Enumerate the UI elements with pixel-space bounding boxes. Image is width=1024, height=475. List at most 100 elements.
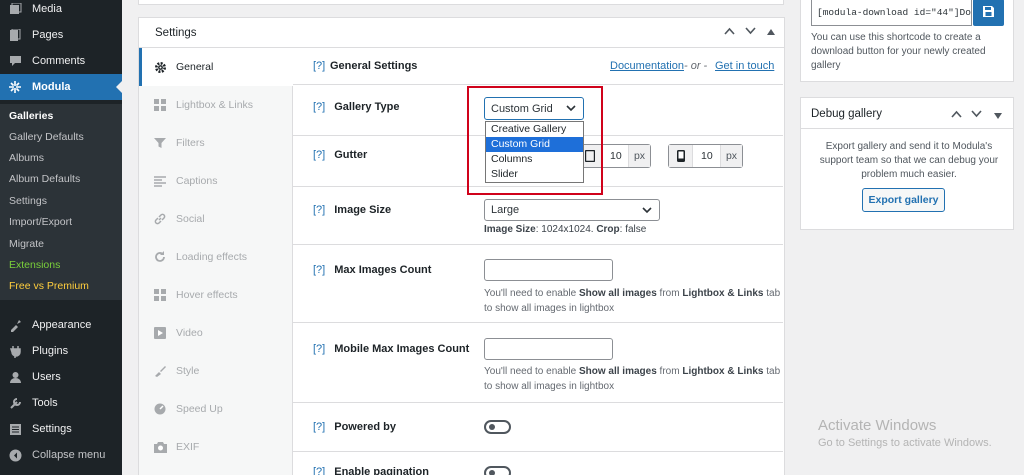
submenu-free-vs-premium[interactable]: Free vs Premium (9, 280, 89, 292)
menu-item-tools[interactable]: Tools (0, 390, 122, 416)
tab-label: Video (176, 327, 203, 339)
divider (293, 402, 783, 403)
submenu-gallery-defaults[interactable]: Gallery Defaults (9, 131, 84, 143)
get-in-touch-link[interactable]: Get in touch (715, 60, 774, 72)
menu-label: Plugins (32, 345, 69, 357)
menu-item-modula[interactable]: Modula (0, 74, 122, 100)
tab-filters[interactable]: Filters (139, 124, 293, 162)
shortcode-input[interactable]: [modula-download id="44"]Dov (811, 0, 972, 26)
info-value: : 1024x1024. (535, 224, 594, 235)
move-down-button[interactable] (971, 109, 982, 121)
gutter-mobile-input[interactable]: 10 px (668, 144, 743, 168)
enable-pagination-toggle[interactable] (484, 466, 511, 475)
tab-general[interactable]: General (139, 48, 294, 86)
help-link[interactable]: [?] (313, 343, 325, 355)
or-separator: - or - (684, 60, 708, 72)
submenu-album-defaults[interactable]: Album Defaults (9, 173, 80, 185)
help-link[interactable]: [?] (313, 466, 325, 475)
tab-style[interactable]: Style (139, 352, 293, 390)
tab-loading-effects[interactable]: Loading effects (139, 238, 293, 276)
move-down-button[interactable] (745, 26, 756, 38)
brush-icon (153, 364, 167, 378)
gutter-tablet-input[interactable]: 10 px (577, 144, 651, 168)
toggle-panel-button[interactable] (767, 26, 775, 38)
menu-item-users[interactable]: Users (0, 364, 122, 390)
option-columns[interactable]: Columns (486, 152, 583, 167)
help-link[interactable]: [?] (313, 204, 325, 216)
submenu-import-export[interactable]: Import/Export (9, 216, 72, 228)
tab-label: EXIF (176, 441, 200, 453)
image-size-select[interactable]: Large (484, 199, 660, 221)
divider (293, 451, 783, 452)
unit-label: px (720, 145, 742, 167)
menu-label: Appearance (32, 319, 92, 331)
menu-label: Settings (32, 423, 72, 435)
menu-label: Pages (32, 29, 64, 41)
submenu-migrate[interactable]: Migrate (9, 238, 44, 250)
collapse-menu-button[interactable]: Collapse menu (0, 442, 122, 468)
max-images-input[interactable] (484, 259, 613, 281)
settings-icon (7, 421, 23, 437)
move-up-button[interactable] (724, 26, 735, 38)
note-text: tab (763, 288, 781, 299)
divider (293, 244, 783, 245)
shortcode-description: You can use this shortcode to create a d… (811, 32, 986, 71)
copy-shortcode-button[interactable] (973, 0, 1004, 26)
tab-video[interactable]: Video (139, 314, 293, 352)
submenu-extensions[interactable]: Extensions (9, 259, 60, 271)
menu-item-plugins[interactable]: Plugins (0, 338, 122, 364)
tab-social[interactable]: Social (139, 200, 293, 238)
gallery-type-label: [?] Gallery Type (313, 101, 399, 113)
max-images-label: [?] Max Images Count (313, 264, 431, 276)
toggle-panel-button[interactable] (994, 110, 1002, 122)
help-link[interactable]: [?] (313, 101, 325, 113)
video-icon (153, 326, 167, 340)
mobile-icon (669, 145, 693, 167)
tab-speed-up[interactable]: Speed Up (139, 390, 293, 428)
submenu-galleries[interactable]: Galleries (9, 110, 53, 122)
export-gallery-button[interactable]: Export gallery (862, 188, 945, 212)
option-custom-grid[interactable]: Custom Grid (486, 137, 583, 152)
submenu-albums[interactable]: Albums (9, 152, 44, 164)
gear-icon (153, 60, 167, 74)
note-text: to show all images in lightbox (484, 303, 615, 314)
tab-label: Hover effects (176, 289, 238, 301)
help-link[interactable]: [?] (313, 421, 325, 433)
documentation-link[interactable]: Documentation (610, 60, 684, 72)
help-link[interactable]: [?] (313, 60, 325, 72)
note-bold: Lightbox & Links (682, 366, 764, 377)
option-creative-gallery[interactable]: Creative Gallery (486, 122, 583, 137)
submenu-settings[interactable]: Settings (9, 195, 47, 207)
tab-hover-effects[interactable]: Hover effects (139, 276, 293, 314)
mobile-max-images-input[interactable] (484, 338, 613, 360)
previous-metabox (138, 0, 784, 5)
move-up-button[interactable] (951, 109, 962, 121)
option-slider[interactable]: Slider (486, 167, 583, 182)
metabox-header: Settings (139, 18, 784, 48)
tab-label: Loading effects (176, 251, 248, 263)
users-icon (7, 369, 23, 385)
camera-icon (153, 440, 167, 454)
tab-lightbox-links[interactable]: Lightbox & Links (139, 86, 293, 124)
divider (801, 128, 1013, 129)
watermark-subtitle: Go to Settings to activate Windows. (818, 437, 992, 449)
menu-label: Comments (32, 55, 86, 67)
tab-exif[interactable]: EXIF (139, 428, 293, 466)
menu-item-pages[interactable]: Pages (0, 22, 122, 48)
label-text: Image Size (334, 204, 392, 216)
menu-label: Modula (32, 81, 71, 93)
powered-by-toggle[interactable] (484, 420, 511, 434)
grid-icon (153, 288, 167, 302)
help-link[interactable]: [?] (313, 264, 325, 276)
collapse-icon (7, 447, 23, 463)
refresh-icon (153, 250, 167, 264)
gutter-label: [?] Gutter (313, 149, 367, 161)
gallery-type-select[interactable]: Custom Grid (484, 97, 584, 120)
tab-captions[interactable]: Captions (139, 162, 293, 200)
menu-item-comments[interactable]: Comments (0, 48, 122, 74)
help-link[interactable]: [?] (313, 149, 325, 161)
menu-item-settings[interactable]: Settings (0, 416, 122, 442)
note-text: from (656, 366, 683, 377)
menu-item-media[interactable]: Media (0, 0, 122, 22)
menu-item-appearance[interactable]: Appearance (0, 312, 122, 338)
